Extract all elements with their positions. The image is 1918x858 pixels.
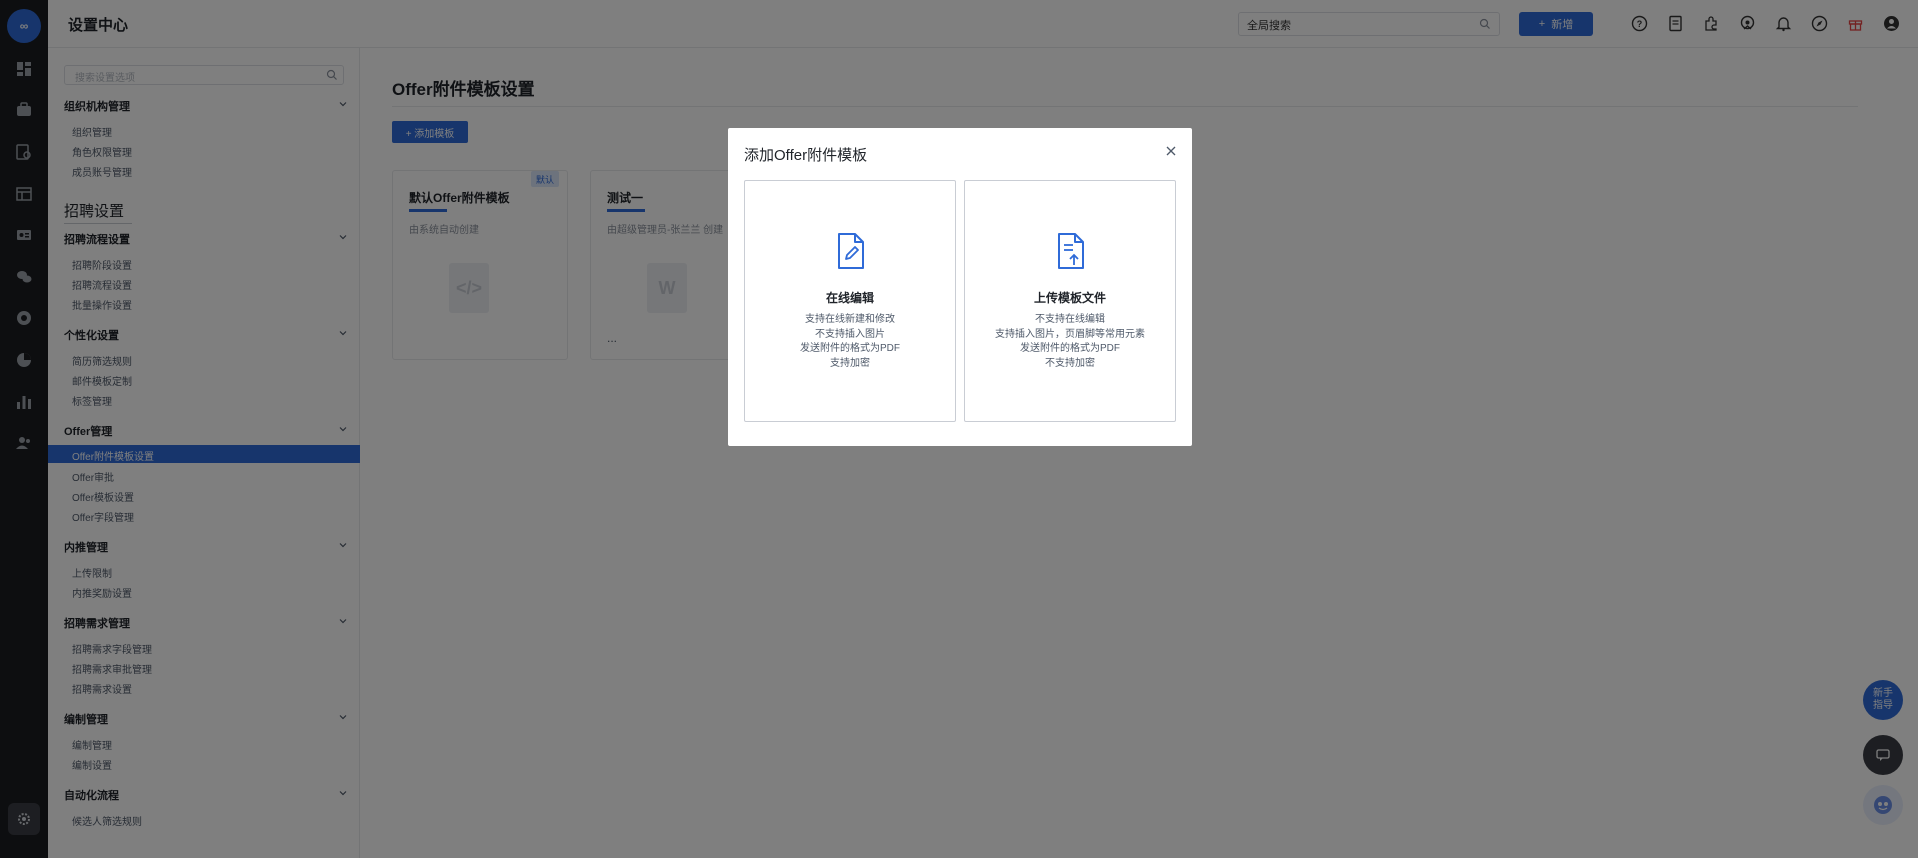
option-description: 支持在线新建和修改 不支持插入图片 发送附件的格式为PDF 支持加密 — [745, 313, 955, 371]
add-template-dialog: 添加Offer附件模板 在线编辑 支持在线新建和修改 不支持插入图片 发送附件的… — [728, 128, 1192, 446]
online-edit-option[interactable]: 在线编辑 支持在线新建和修改 不支持插入图片 发送附件的格式为PDF 支持加密 — [744, 180, 956, 422]
option-title: 在线编辑 — [825, 291, 874, 305]
option-line: 不支持插入图片 — [815, 328, 885, 340]
close-icon[interactable] — [1164, 144, 1178, 158]
dialog-title: 添加Offer附件模板 — [744, 147, 868, 164]
option-line: 不支持加密 — [1045, 357, 1095, 369]
upload-template-option[interactable]: 上传模板文件 不支持在线编辑 支持插入图片，页眉脚等常用元素 发送附件的格式为P… — [964, 180, 1176, 422]
option-line: 支持在线新建和修改 — [805, 314, 895, 325]
option-line: 发送附件的格式为PDF — [800, 343, 900, 354]
option-line: 支持加密 — [830, 357, 870, 369]
edit-document-icon — [838, 233, 864, 269]
option-description: 不支持在线编辑 支持插入图片，页眉脚等常用元素 发送附件的格式为PDF 不支持加… — [965, 313, 1175, 371]
option-title: 上传模板文件 — [1033, 291, 1106, 305]
upload-document-icon — [1058, 233, 1084, 269]
option-line: 支持插入图片，页眉脚等常用元素 — [995, 328, 1145, 340]
option-line: 发送附件的格式为PDF — [1020, 343, 1120, 354]
option-line: 不支持在线编辑 — [1035, 314, 1105, 325]
